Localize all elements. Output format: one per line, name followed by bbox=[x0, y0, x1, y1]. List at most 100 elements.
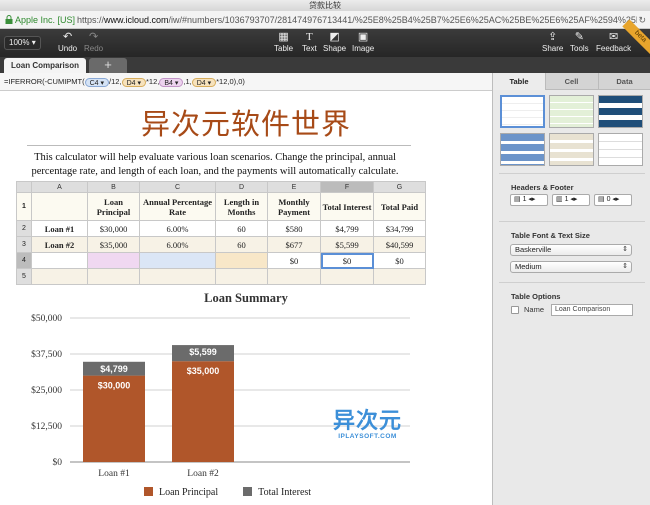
table-cell[interactable]: 60 bbox=[215, 236, 268, 253]
shape-label: Shape bbox=[323, 44, 347, 53]
footer-rows-stepper[interactable]: ▤ 0 ◂▸ bbox=[594, 194, 632, 206]
feedback-button[interactable]: ✉ Feedback bbox=[596, 31, 631, 53]
row-header-4[interactable]: 4 bbox=[16, 252, 32, 269]
row-header-2[interactable]: 2 bbox=[16, 220, 32, 237]
table-cell[interactable]: Loan #2 bbox=[31, 236, 88, 253]
tab-table[interactable]: Table bbox=[493, 73, 545, 90]
share-label: Share bbox=[542, 44, 564, 53]
table-style-2[interactable] bbox=[549, 95, 594, 128]
formula-bar[interactable]: =IFERROR(-CUMIPMT(C4 ▾/12, D4 ▾ *12, B4 ▾ ,1… bbox=[0, 73, 492, 91]
window-title: 贷款比较 bbox=[309, 1, 341, 10]
formula-ref-c4[interactable]: C4 ▾ bbox=[84, 77, 110, 87]
image-icon: ▣ bbox=[357, 31, 369, 43]
table-cell[interactable] bbox=[320, 268, 374, 285]
redo-button[interactable]: ↷ Redo bbox=[84, 31, 103, 53]
font-section-label: Table Font & Text Size bbox=[511, 231, 590, 240]
table-style-4[interactable] bbox=[500, 133, 545, 166]
undo-button[interactable]: ↶ Undo bbox=[58, 31, 77, 53]
font-family-select[interactable]: Baskerville ⇕ bbox=[510, 244, 632, 256]
table-cell[interactable] bbox=[373, 268, 426, 285]
table-cell[interactable]: 6.00% bbox=[139, 236, 216, 253]
table-style-1[interactable] bbox=[500, 95, 545, 128]
window-title-bar: 贷款比较 bbox=[0, 0, 650, 11]
header-columns-stepper[interactable]: ▥ 1 ◂▸ bbox=[552, 194, 590, 206]
table-cell[interactable]: Annual Percentage Rate bbox=[139, 192, 216, 221]
table-cell[interactable]: Total Interest bbox=[320, 192, 374, 221]
shape-button[interactable]: ◩ Shape bbox=[323, 31, 346, 53]
tab-data[interactable]: Data bbox=[598, 73, 650, 90]
table-cell[interactable]: Monthly Payment bbox=[267, 192, 321, 221]
col-header-b[interactable]: B bbox=[87, 181, 140, 193]
col-header-e[interactable]: E bbox=[267, 181, 321, 193]
table-cell[interactable] bbox=[31, 192, 88, 221]
table-style-3[interactable] bbox=[598, 95, 643, 128]
table-cell[interactable]: $40,599 bbox=[373, 236, 426, 253]
row-header-3[interactable]: 3 bbox=[16, 236, 32, 253]
formula-ref-d4[interactable]: D4 ▾ bbox=[121, 77, 146, 87]
inspector-divider bbox=[499, 221, 645, 222]
tools-button[interactable]: ✎ Tools bbox=[570, 31, 589, 53]
table-cell[interactable] bbox=[267, 268, 321, 285]
table-cell[interactable]: $0 bbox=[373, 252, 426, 269]
loan-summary-chart[interactable]: $0 $12,500 $25,000 $37,500 $50,000 $30,000 $4,… bbox=[0, 305, 492, 485]
table-cell[interactable]: Length in Months bbox=[215, 192, 268, 221]
table-cell[interactable] bbox=[139, 252, 216, 269]
table-cell[interactable]: Loan Principal bbox=[87, 192, 140, 221]
add-sheet-button[interactable]: + bbox=[89, 58, 127, 73]
image-button[interactable]: ▣ Image bbox=[352, 31, 374, 53]
table-button[interactable]: ▦ Table bbox=[274, 31, 293, 53]
table-cell[interactable]: $0 bbox=[267, 252, 321, 269]
table-cell[interactable] bbox=[87, 268, 140, 285]
table-cell[interactable] bbox=[139, 268, 216, 285]
table-cell[interactable]: Loan #1 bbox=[31, 220, 88, 237]
address-bar[interactable]: Apple Inc. [US] https://www.icloud.com/i… bbox=[0, 11, 650, 29]
tab-cell[interactable]: Cell bbox=[545, 73, 597, 90]
table-cell[interactable] bbox=[215, 252, 268, 269]
text-button[interactable]: T Text bbox=[302, 31, 317, 53]
reload-icon[interactable]: ↻ bbox=[638, 11, 646, 29]
table-cell[interactable]: Total Paid bbox=[373, 192, 426, 221]
table-cell[interactable]: $5,599 bbox=[320, 236, 374, 253]
table-cell[interactable]: $34,799 bbox=[373, 220, 426, 237]
col-header-g[interactable]: G bbox=[373, 181, 426, 193]
row-header-1[interactable]: 1 bbox=[16, 192, 32, 221]
table-name-field[interactable]: Loan Comparison bbox=[551, 304, 633, 316]
formula-ref-d4-2[interactable]: D4 ▾ bbox=[191, 77, 217, 87]
document-title[interactable]: 异次元软件世界 bbox=[0, 101, 492, 143]
col-header-d[interactable]: D bbox=[215, 181, 268, 193]
url-text[interactable]: https://www.icloud.com/iw/#numbers/10367… bbox=[77, 11, 637, 29]
share-button[interactable]: ⇪ Share bbox=[542, 31, 563, 53]
col-header-c[interactable]: C bbox=[139, 181, 216, 193]
app-toolbar: 100% ▾ ↶ Undo ↷ Redo ▦ Table T Text ◩ Shape ▣… bbox=[0, 19, 650, 57]
table-cell[interactable] bbox=[31, 268, 88, 285]
table-cell[interactable]: $4,799 bbox=[320, 220, 374, 237]
table-cell[interactable] bbox=[215, 268, 268, 285]
chart-title[interactable]: Loan Summary bbox=[0, 291, 492, 306]
name-checkbox[interactable] bbox=[511, 306, 519, 314]
text-size-select[interactable]: Medium ⇕ bbox=[510, 261, 632, 273]
loan-table[interactable]: A B C D E F G 1 Loan Principal Annual Pe… bbox=[16, 181, 426, 285]
table-style-6[interactable] bbox=[598, 133, 643, 166]
table-cell[interactable]: 60 bbox=[215, 220, 268, 237]
table-cell[interactable] bbox=[87, 252, 140, 269]
formula-ref-b4[interactable]: B4 ▾ bbox=[159, 77, 184, 87]
header-rows-stepper[interactable]: ▤ 1 ◂▸ bbox=[510, 194, 548, 206]
table-cell[interactable]: $580 bbox=[267, 220, 321, 237]
zoom-select[interactable]: 100% ▾ bbox=[4, 36, 41, 50]
row-header-5[interactable]: 5 bbox=[16, 268, 32, 285]
tab-loan-comparison[interactable]: Loan Comparison bbox=[4, 58, 86, 73]
column-header-row: A B C D E F G bbox=[16, 181, 426, 193]
table-cell[interactable]: $677 bbox=[267, 236, 321, 253]
x-tick-label: Loan #2 bbox=[187, 469, 219, 479]
table-cell[interactable]: $30,000 bbox=[87, 220, 140, 237]
table-cell[interactable]: $35,000 bbox=[87, 236, 140, 253]
col-header-a[interactable]: A bbox=[31, 181, 88, 193]
corner-cell[interactable] bbox=[16, 181, 32, 193]
table-cell[interactable] bbox=[31, 252, 88, 269]
document-description[interactable]: This calculator will help evaluate vario… bbox=[20, 151, 410, 179]
table-cell[interactable]: 6.00% bbox=[139, 220, 216, 237]
table-style-5[interactable] bbox=[549, 133, 594, 166]
col-header-f[interactable]: F bbox=[320, 181, 374, 193]
chart-legend[interactable]: Loan Principal Total Interest bbox=[144, 487, 311, 498]
selected-cell[interactable]: $0 bbox=[320, 252, 374, 269]
